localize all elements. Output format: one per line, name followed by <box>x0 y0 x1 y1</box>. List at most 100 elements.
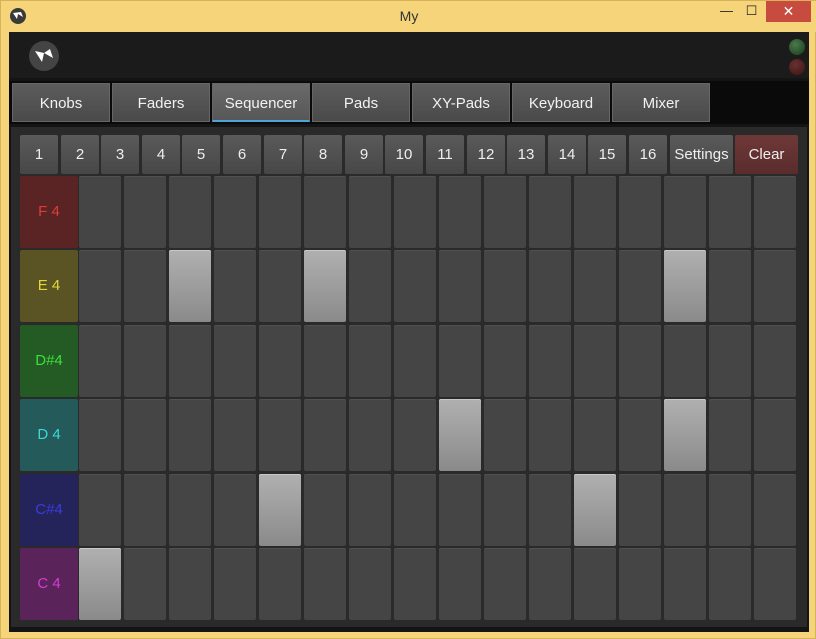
step-toggle[interactable] <box>664 325 706 397</box>
step-toggle[interactable] <box>529 325 571 397</box>
tab-xy-pads[interactable]: XY-Pads <box>412 83 510 122</box>
step-toggle[interactable] <box>79 176 121 248</box>
step-toggle[interactable] <box>619 250 661 322</box>
step-button-15[interactable]: 15 <box>588 135 626 174</box>
step-toggle[interactable] <box>709 548 751 620</box>
step-toggle[interactable] <box>124 325 166 397</box>
step-toggle[interactable] <box>619 474 661 546</box>
step-toggle[interactable] <box>124 548 166 620</box>
step-toggle[interactable] <box>394 548 436 620</box>
maximize-button[interactable]: ☐ <box>738 1 765 22</box>
step-toggle[interactable] <box>349 325 391 397</box>
tab-mixer[interactable]: Mixer <box>612 83 710 122</box>
step-toggle[interactable] <box>664 548 706 620</box>
settings-button[interactable]: Settings <box>670 135 733 174</box>
step-toggle[interactable] <box>259 325 301 397</box>
step-toggle[interactable] <box>259 176 301 248</box>
tab-faders[interactable]: Faders <box>112 83 210 122</box>
tab-pads[interactable]: Pads <box>312 83 410 122</box>
step-toggle[interactable] <box>754 548 796 620</box>
step-toggle[interactable] <box>394 474 436 546</box>
step-toggle[interactable] <box>124 399 166 471</box>
step-toggle[interactable] <box>259 548 301 620</box>
step-button-12[interactable]: 12 <box>467 135 505 174</box>
step-toggle[interactable] <box>754 176 796 248</box>
step-toggle[interactable] <box>529 474 571 546</box>
step-toggle[interactable] <box>439 325 481 397</box>
step-toggle[interactable] <box>349 474 391 546</box>
step-toggle[interactable] <box>754 474 796 546</box>
step-toggle[interactable] <box>79 399 121 471</box>
step-toggle[interactable] <box>394 325 436 397</box>
step-toggle[interactable] <box>439 548 481 620</box>
step-button-8[interactable]: 8 <box>304 135 342 174</box>
step-toggle[interactable] <box>349 399 391 471</box>
step-toggle[interactable] <box>304 325 346 397</box>
tab-sequencer[interactable]: Sequencer <box>212 83 310 122</box>
step-toggle[interactable] <box>214 399 256 471</box>
step-toggle-on[interactable] <box>664 250 706 322</box>
step-toggle[interactable] <box>124 176 166 248</box>
step-toggle[interactable] <box>259 399 301 471</box>
step-toggle[interactable] <box>574 399 616 471</box>
step-toggle[interactable] <box>169 325 211 397</box>
step-button-5[interactable]: 5 <box>182 135 220 174</box>
step-button-11[interactable]: 11 <box>426 135 464 174</box>
step-toggle[interactable] <box>394 399 436 471</box>
step-toggle[interactable] <box>304 474 346 546</box>
step-toggle-on[interactable] <box>169 250 211 322</box>
step-toggle[interactable] <box>169 176 211 248</box>
tab-keyboard[interactable]: Keyboard <box>512 83 610 122</box>
step-button-13[interactable]: 13 <box>507 135 545 174</box>
step-toggle[interactable] <box>349 176 391 248</box>
step-toggle[interactable] <box>79 474 121 546</box>
tab-knobs[interactable]: Knobs <box>12 83 110 122</box>
step-toggle[interactable] <box>754 399 796 471</box>
step-toggle[interactable] <box>394 176 436 248</box>
step-toggle[interactable] <box>214 548 256 620</box>
step-toggle-on[interactable] <box>664 399 706 471</box>
step-toggle[interactable] <box>394 250 436 322</box>
step-button-10[interactable]: 10 <box>385 135 423 174</box>
step-button-16[interactable]: 16 <box>629 135 667 174</box>
step-toggle[interactable] <box>574 176 616 248</box>
step-button-6[interactable]: 6 <box>223 135 261 174</box>
step-toggle[interactable] <box>709 250 751 322</box>
step-toggle[interactable] <box>214 176 256 248</box>
step-toggle[interactable] <box>439 474 481 546</box>
step-toggle[interactable] <box>529 399 571 471</box>
step-toggle[interactable] <box>79 325 121 397</box>
step-toggle[interactable] <box>484 548 526 620</box>
step-toggle[interactable] <box>709 399 751 471</box>
step-toggle[interactable] <box>304 399 346 471</box>
step-toggle[interactable] <box>349 250 391 322</box>
step-toggle[interactable] <box>169 474 211 546</box>
step-toggle[interactable] <box>124 250 166 322</box>
step-button-7[interactable]: 7 <box>264 135 302 174</box>
step-toggle[interactable] <box>169 548 211 620</box>
step-toggle[interactable] <box>754 250 796 322</box>
step-toggle[interactable] <box>574 325 616 397</box>
step-button-3[interactable]: 3 <box>101 135 139 174</box>
minimize-button[interactable]: — <box>713 1 740 22</box>
step-toggle[interactable] <box>664 176 706 248</box>
step-toggle-on[interactable] <box>304 250 346 322</box>
step-toggle[interactable] <box>169 399 211 471</box>
step-button-2[interactable]: 2 <box>61 135 99 174</box>
step-toggle[interactable] <box>304 176 346 248</box>
step-toggle[interactable] <box>619 176 661 248</box>
step-toggle[interactable] <box>529 548 571 620</box>
step-toggle-on[interactable] <box>79 548 121 620</box>
step-toggle[interactable] <box>349 548 391 620</box>
step-toggle[interactable] <box>79 250 121 322</box>
step-toggle-on[interactable] <box>259 474 301 546</box>
step-toggle[interactable] <box>259 250 301 322</box>
step-button-9[interactable]: 9 <box>345 135 383 174</box>
step-button-14[interactable]: 14 <box>548 135 586 174</box>
step-toggle[interactable] <box>619 325 661 397</box>
step-toggle[interactable] <box>484 325 526 397</box>
step-toggle[interactable] <box>619 399 661 471</box>
step-toggle[interactable] <box>124 474 166 546</box>
step-toggle[interactable] <box>439 176 481 248</box>
step-toggle-on[interactable] <box>574 474 616 546</box>
